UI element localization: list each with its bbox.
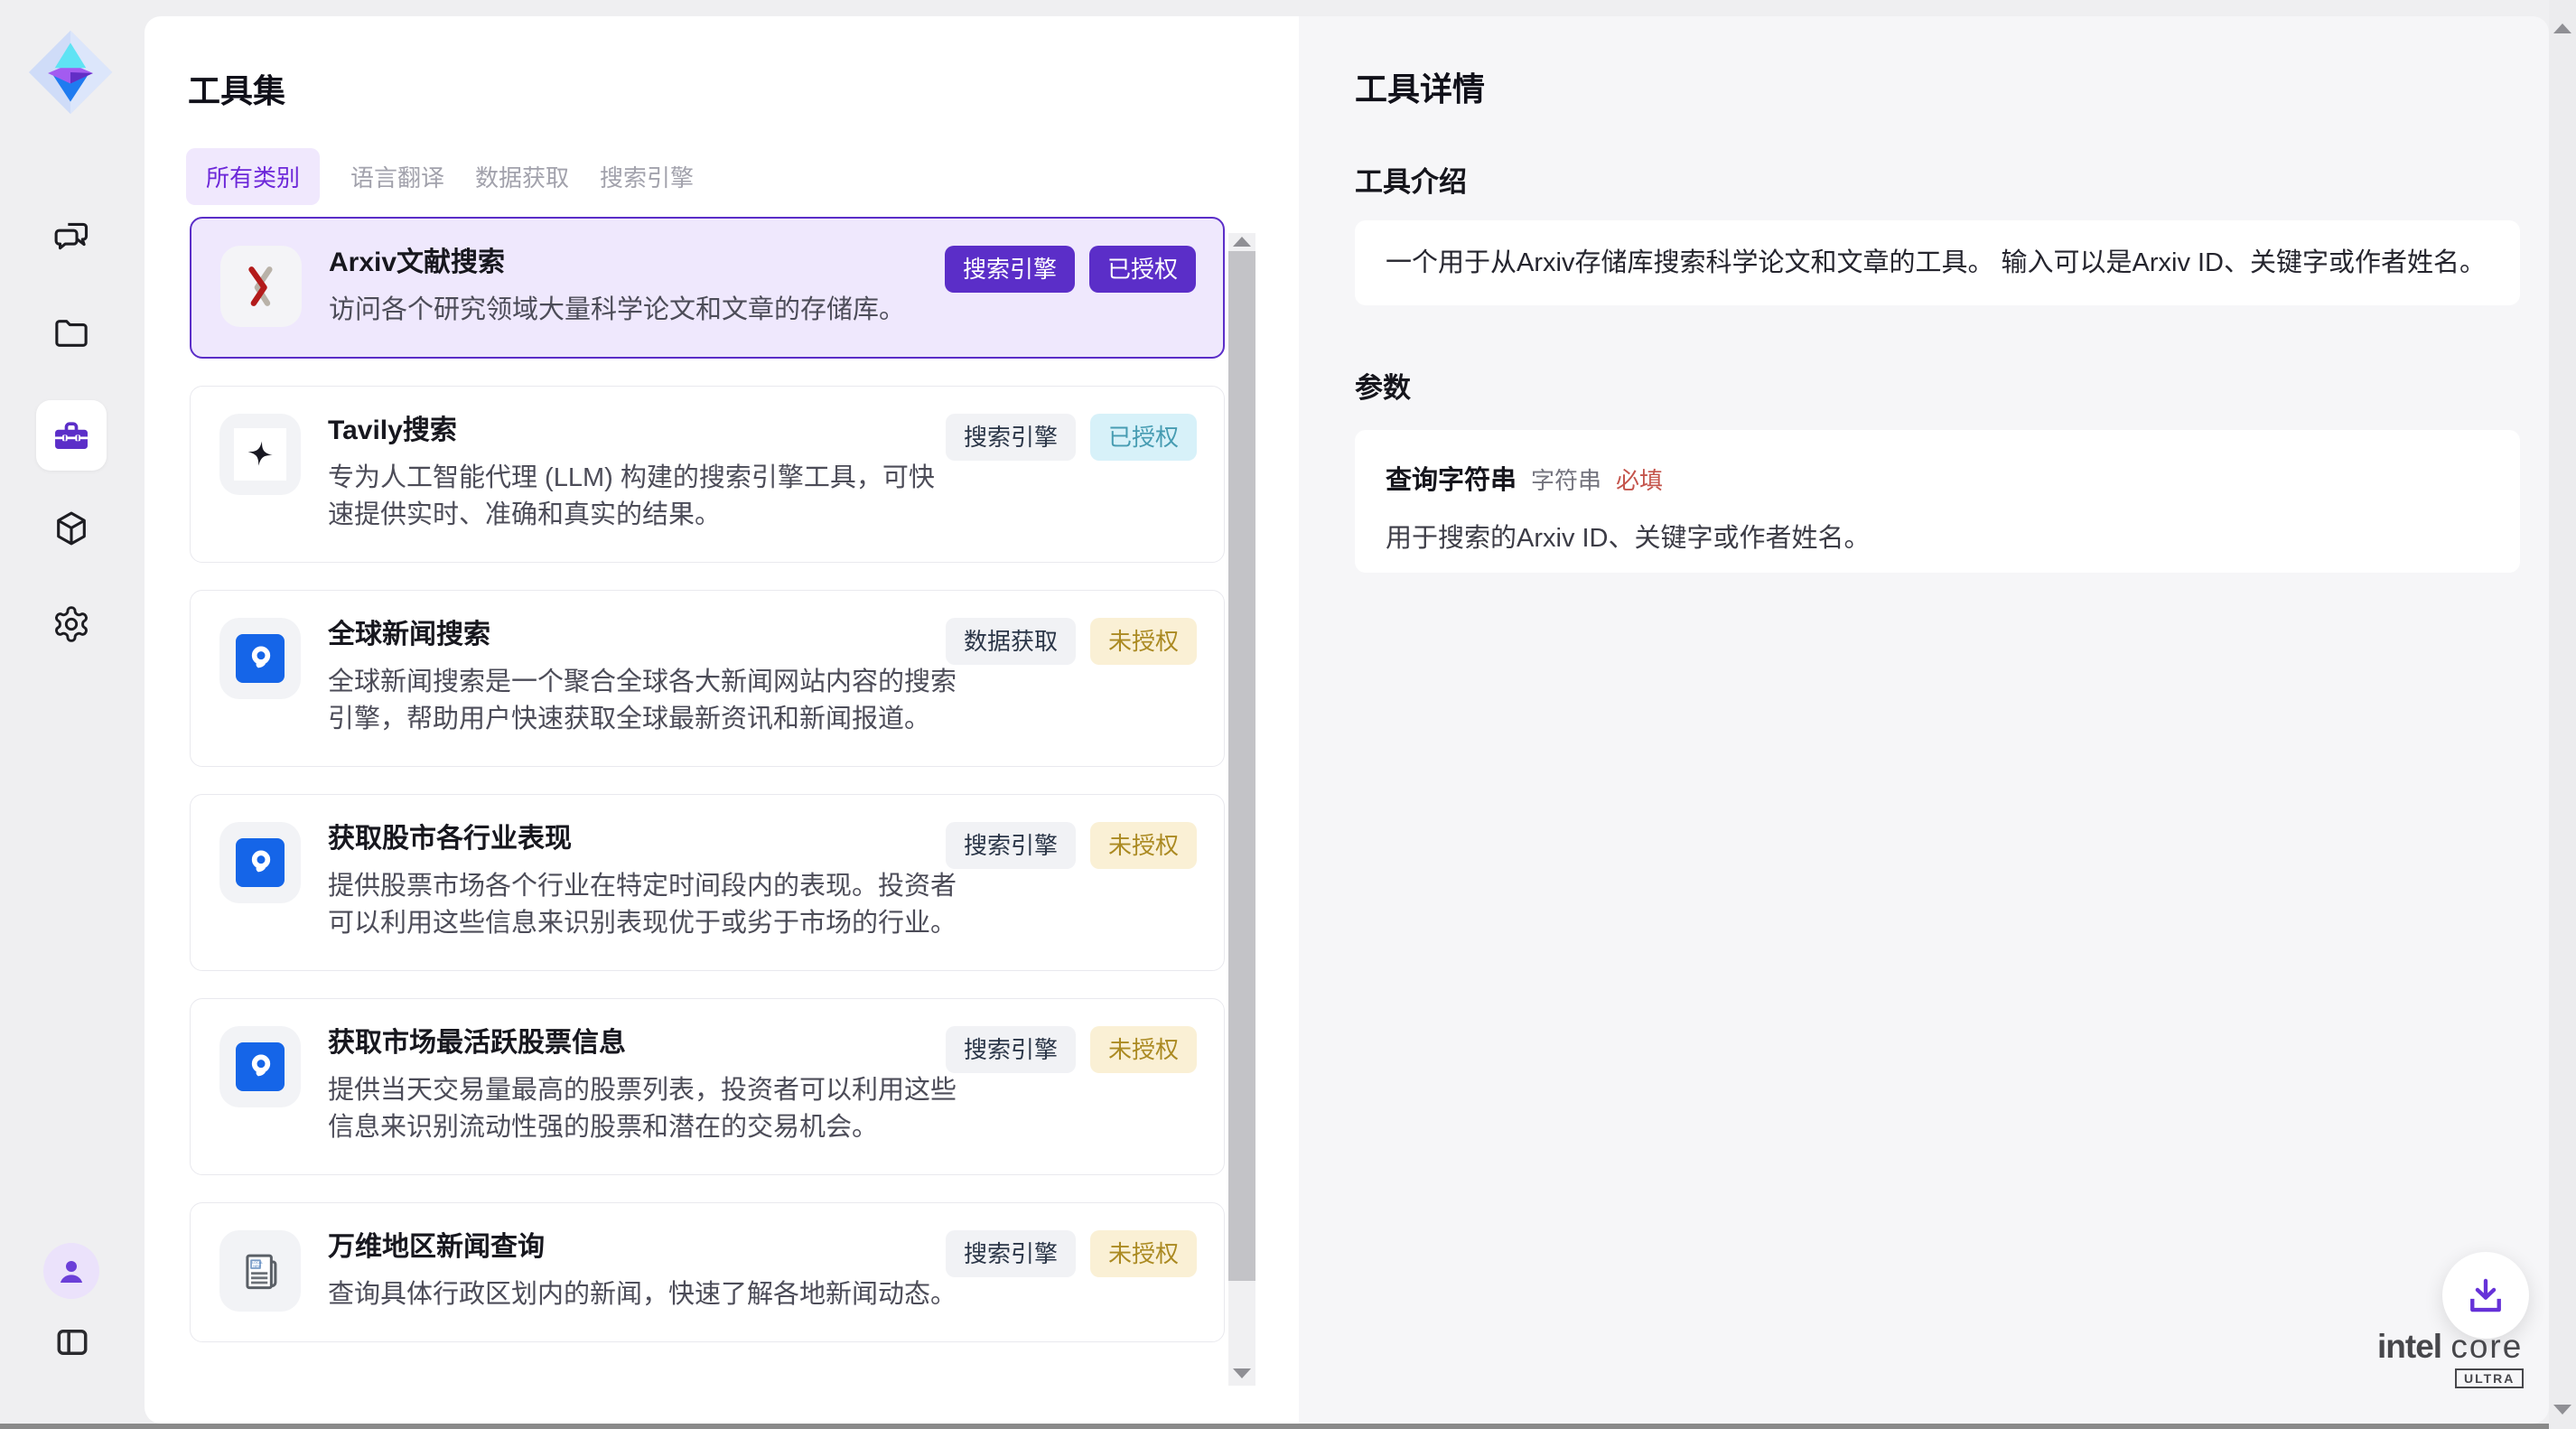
param-required-flag: 必填 bbox=[1616, 462, 1663, 496]
param-description: 用于搜索的Arxiv ID、关键字或作者姓名。 bbox=[1386, 517, 2489, 555]
tool-list-scrollbar[interactable] bbox=[1228, 233, 1255, 1386]
category-tabs: 所有类别 语言翻译 数据获取 搜索引擎 bbox=[186, 148, 694, 205]
category-badge: 数据获取 bbox=[946, 618, 1076, 665]
window-bottom-edge bbox=[0, 1424, 2549, 1429]
tool-list-panel: 工具集 所有类别 语言翻译 数据获取 搜索引擎 Arxiv文献搜索 访问各个研究… bbox=[145, 16, 1299, 1424]
download-button[interactable] bbox=[2442, 1252, 2529, 1339]
tool-description: 访问各个研究领域大量科学论文和文章的存储库。 bbox=[329, 292, 961, 329]
param-name: 查询字符串 bbox=[1386, 459, 1517, 497]
tool-description: 查询具体行政区划内的新闻，快速了解各地新闻动态。 bbox=[328, 1276, 960, 1313]
ultra-badge: ULTRA bbox=[2455, 1368, 2524, 1388]
sidebar-item-chat[interactable] bbox=[36, 201, 107, 272]
tool-card-most-active-stocks[interactable]: 获取市场最活跃股票信息 提供当天交易量最高的股票列表，投资者可以利用这些信息来识… bbox=[190, 998, 1225, 1175]
scrollbar-thumb[interactable] bbox=[1228, 251, 1255, 1281]
gear-icon bbox=[51, 604, 91, 644]
sidebar-item-files[interactable] bbox=[36, 297, 107, 368]
tool-card-regional-news[interactable]: LOCAL NEW 万维地区新闻查询 查询具体行政区划内的新闻，快速了解各地新闻… bbox=[190, 1202, 1225, 1342]
intro-text: 一个用于从Arxiv存储库搜索科学论文和文章的工具。 输入可以是Arxiv ID… bbox=[1386, 245, 2486, 281]
blue-q-logo-icon bbox=[219, 822, 301, 903]
tab-data-fetch[interactable]: 数据获取 bbox=[475, 148, 569, 205]
arxiv-logo-icon bbox=[220, 246, 302, 327]
category-badge: 搜索引擎 bbox=[945, 246, 1075, 293]
sidebar-item-models[interactable] bbox=[36, 493, 107, 564]
sidebar bbox=[0, 0, 145, 1429]
tool-list: Arxiv文献搜索 访问各个研究领域大量科学论文和文章的存储库。 搜索引擎 已授… bbox=[190, 217, 1225, 1406]
tool-description: 全球新闻搜索是一个聚合全球各大新闻网站内容的搜索引擎，帮助用户快速获取全球最新资… bbox=[328, 664, 960, 738]
svg-text:NEW: NEW bbox=[253, 1265, 261, 1268]
person-icon bbox=[53, 1253, 89, 1289]
window-scrollbar[interactable] bbox=[2549, 0, 2576, 1429]
tool-card-arxiv[interactable]: Arxiv文献搜索 访问各个研究领域大量科学论文和文章的存储库。 搜索引擎 已授… bbox=[190, 217, 1225, 359]
intel-brand-text: intel bbox=[2377, 1328, 2441, 1365]
auth-status-badge: 已授权 bbox=[1090, 414, 1197, 461]
user-avatar[interactable] bbox=[43, 1243, 99, 1299]
tab-all-categories[interactable]: 所有类别 bbox=[186, 148, 320, 205]
tool-card-sector-performance[interactable]: 获取股市各行业表现 提供股票市场各个行业在特定时间段内的表现。投资者可以利用这些… bbox=[190, 794, 1225, 971]
blue-q-logo-icon bbox=[219, 618, 301, 699]
folder-icon bbox=[51, 313, 91, 352]
core-brand-text: core bbox=[2450, 1328, 2523, 1365]
auth-status-badge: 未授权 bbox=[1090, 618, 1197, 665]
params-heading: 参数 bbox=[1355, 365, 1411, 406]
intro-card: 一个用于从Arxiv存储库搜索科学论文和文章的工具。 输入可以是Arxiv ID… bbox=[1355, 220, 2520, 305]
tavily-star-icon bbox=[219, 414, 301, 495]
param-card: 查询字符串 字符串 必填 用于搜索的Arxiv ID、关键字或作者姓名。 bbox=[1355, 430, 2520, 573]
tool-description: 专为人工智能代理 (LLM) 构建的搜索引擎工具，可快速提供实时、准确和真实的结… bbox=[328, 460, 960, 534]
sidebar-item-toolbox[interactable] bbox=[36, 400, 107, 471]
category-badge: 搜索引擎 bbox=[946, 1230, 1076, 1277]
detail-title: 工具详情 bbox=[1355, 63, 1485, 110]
scroll-up-arrow-icon[interactable] bbox=[1233, 237, 1251, 247]
page-title: 工具集 bbox=[188, 65, 285, 112]
auth-status-badge: 未授权 bbox=[1090, 822, 1197, 869]
tool-card-tavily[interactable]: Tavily搜索 专为人工智能代理 (LLM) 构建的搜索引擎工具，可快速提供实… bbox=[190, 386, 1225, 563]
panel-toggle-button[interactable] bbox=[52, 1322, 92, 1362]
chat-icon bbox=[51, 217, 91, 257]
category-badge: 搜索引擎 bbox=[946, 1026, 1076, 1073]
local-news-logo-icon: LOCAL NEW bbox=[219, 1230, 301, 1312]
intel-core-ultra-logo: intel core ULTRA bbox=[2377, 1328, 2531, 1388]
app-diamond-logo bbox=[27, 29, 114, 116]
category-badge: 搜索引擎 bbox=[946, 414, 1076, 461]
tool-detail-panel: 工具详情 工具介绍 一个用于从Arxiv存储库搜索科学论文和文章的工具。 输入可… bbox=[1299, 16, 2549, 1424]
blue-q-logo-icon bbox=[219, 1026, 301, 1107]
category-badge: 搜索引擎 bbox=[946, 822, 1076, 869]
scroll-down-arrow-icon[interactable] bbox=[1233, 1368, 1251, 1378]
toolbox-icon bbox=[51, 416, 91, 455]
download-icon bbox=[2462, 1272, 2509, 1319]
tab-translation[interactable]: 语言翻译 bbox=[350, 148, 444, 205]
tool-description: 提供当天交易量最高的股票列表，投资者可以利用这些信息来识别流动性强的股票和潜在的… bbox=[328, 1072, 960, 1146]
tool-description: 提供股票市场各个行业在特定时间段内的表现。投资者可以利用这些信息来识别表现优于或… bbox=[328, 868, 960, 942]
panel-toggle-icon bbox=[53, 1323, 91, 1361]
param-type: 字符串 bbox=[1531, 462, 1601, 496]
auth-status-badge: 未授权 bbox=[1090, 1026, 1197, 1073]
window-scroll-up-icon[interactable] bbox=[2553, 23, 2571, 33]
intro-heading: 工具介绍 bbox=[1355, 159, 1467, 200]
auth-status-badge: 已授权 bbox=[1089, 246, 1196, 293]
tool-card-global-news[interactable]: 全球新闻搜索 全球新闻搜索是一个聚合全球各大新闻网站内容的搜索引擎，帮助用户快速… bbox=[190, 590, 1225, 767]
tab-search-engine[interactable]: 搜索引擎 bbox=[600, 148, 694, 205]
sidebar-item-settings[interactable] bbox=[36, 589, 107, 659]
window-scroll-down-icon[interactable] bbox=[2553, 1405, 2571, 1415]
cube-icon bbox=[51, 509, 91, 548]
auth-status-badge: 未授权 bbox=[1090, 1230, 1197, 1277]
